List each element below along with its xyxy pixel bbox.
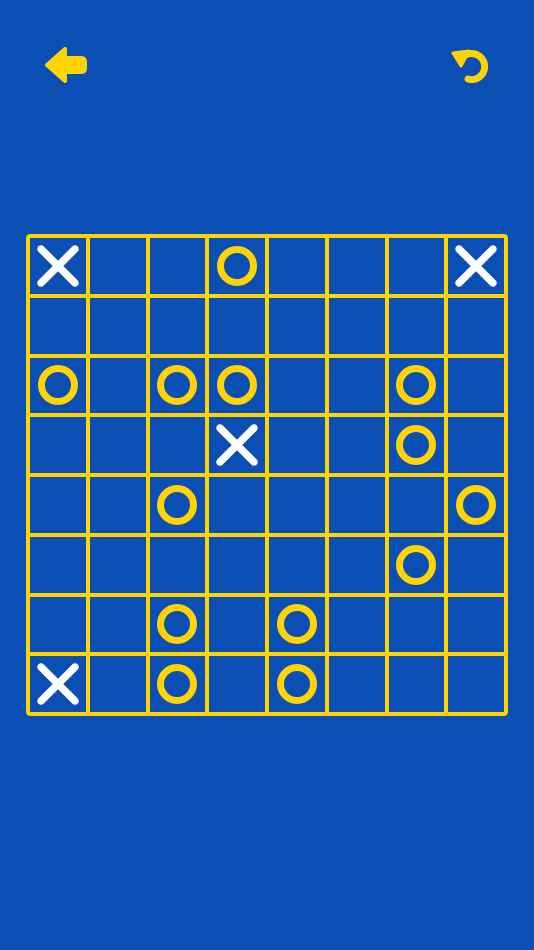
board-cell[interactable] bbox=[30, 536, 86, 593]
board-cell[interactable] bbox=[209, 357, 265, 414]
board-cell[interactable] bbox=[388, 536, 445, 593]
board-cell[interactable] bbox=[209, 297, 265, 354]
o-mark-icon bbox=[157, 604, 198, 645]
board-cell[interactable] bbox=[149, 536, 206, 593]
o-mark-icon bbox=[217, 245, 258, 286]
board-cell[interactable] bbox=[388, 656, 445, 712]
board-cell[interactable] bbox=[209, 417, 265, 473]
board-cell[interactable] bbox=[269, 238, 325, 294]
board-cell[interactable] bbox=[388, 596, 445, 653]
x-mark-icon bbox=[455, 245, 497, 287]
board-cell[interactable] bbox=[209, 656, 265, 712]
board-cell[interactable] bbox=[388, 357, 445, 414]
board-cell[interactable] bbox=[388, 477, 445, 533]
arrow-left-icon bbox=[45, 47, 87, 83]
board-cell[interactable] bbox=[328, 238, 385, 294]
board-cell[interactable] bbox=[269, 357, 325, 414]
board-cell[interactable] bbox=[30, 297, 86, 354]
board-cell[interactable] bbox=[149, 656, 206, 712]
board-cell[interactable] bbox=[269, 297, 325, 354]
board-cell[interactable] bbox=[89, 238, 146, 294]
o-mark-icon bbox=[157, 484, 198, 525]
o-mark-icon bbox=[396, 365, 437, 406]
board-cell[interactable] bbox=[448, 536, 504, 593]
board-cell[interactable] bbox=[269, 417, 325, 473]
board-cell[interactable] bbox=[328, 477, 385, 533]
board-cell[interactable] bbox=[30, 477, 86, 533]
x-mark-icon bbox=[37, 663, 79, 705]
board-cell[interactable] bbox=[448, 596, 504, 653]
board-cell[interactable] bbox=[328, 417, 385, 473]
x-mark-icon bbox=[37, 245, 79, 287]
o-mark-icon bbox=[276, 664, 317, 705]
board-cell[interactable] bbox=[30, 596, 86, 653]
board-cell[interactable] bbox=[89, 417, 146, 473]
board-cell[interactable] bbox=[269, 656, 325, 712]
board-cell[interactable] bbox=[89, 357, 146, 414]
board-cell[interactable] bbox=[89, 297, 146, 354]
board-cell[interactable] bbox=[269, 536, 325, 593]
o-mark-icon bbox=[396, 425, 437, 466]
board-cell[interactable] bbox=[388, 238, 445, 294]
board-cell[interactable] bbox=[149, 477, 206, 533]
board-cell[interactable] bbox=[448, 357, 504, 414]
board-cell[interactable] bbox=[149, 297, 206, 354]
board-cell[interactable] bbox=[89, 596, 146, 653]
board-cell[interactable] bbox=[149, 596, 206, 653]
board-cell[interactable] bbox=[328, 656, 385, 712]
board-cell[interactable] bbox=[30, 238, 86, 294]
o-mark-icon bbox=[37, 365, 78, 406]
board-cell[interactable] bbox=[448, 417, 504, 473]
board-cell[interactable] bbox=[328, 297, 385, 354]
board-cell[interactable] bbox=[89, 477, 146, 533]
board-cell[interactable] bbox=[448, 656, 504, 712]
board-cell[interactable] bbox=[448, 477, 504, 533]
board-cell[interactable] bbox=[30, 656, 86, 712]
board-cell[interactable] bbox=[448, 238, 504, 294]
board-cell[interactable] bbox=[89, 656, 146, 712]
board-cell[interactable] bbox=[209, 477, 265, 533]
board-cell[interactable] bbox=[328, 536, 385, 593]
board-cell[interactable] bbox=[388, 417, 445, 473]
board-cell[interactable] bbox=[328, 357, 385, 414]
board-cell[interactable] bbox=[269, 477, 325, 533]
board-cell[interactable] bbox=[149, 357, 206, 414]
undo-button[interactable] bbox=[441, 36, 501, 96]
undo-icon bbox=[451, 49, 489, 83]
board-cell[interactable] bbox=[30, 357, 86, 414]
o-mark-icon bbox=[456, 484, 497, 525]
board-cell[interactable] bbox=[448, 297, 504, 354]
o-mark-icon bbox=[157, 664, 198, 705]
game-board bbox=[26, 234, 508, 716]
o-mark-icon bbox=[396, 544, 437, 585]
board-cell[interactable] bbox=[30, 417, 86, 473]
board-cell[interactable] bbox=[209, 596, 265, 653]
o-mark-icon bbox=[276, 604, 317, 645]
board-cell[interactable] bbox=[209, 536, 265, 593]
o-mark-icon bbox=[157, 365, 198, 406]
o-mark-icon bbox=[217, 365, 258, 406]
board-cell[interactable] bbox=[149, 238, 206, 294]
board-cell[interactable] bbox=[149, 417, 206, 473]
x-mark-icon bbox=[216, 424, 258, 466]
board-cell[interactable] bbox=[388, 297, 445, 354]
board-cell[interactable] bbox=[269, 596, 325, 653]
back-button[interactable] bbox=[35, 35, 95, 95]
board-cell[interactable] bbox=[89, 536, 146, 593]
board-cell[interactable] bbox=[328, 596, 385, 653]
board-cell[interactable] bbox=[209, 238, 265, 294]
